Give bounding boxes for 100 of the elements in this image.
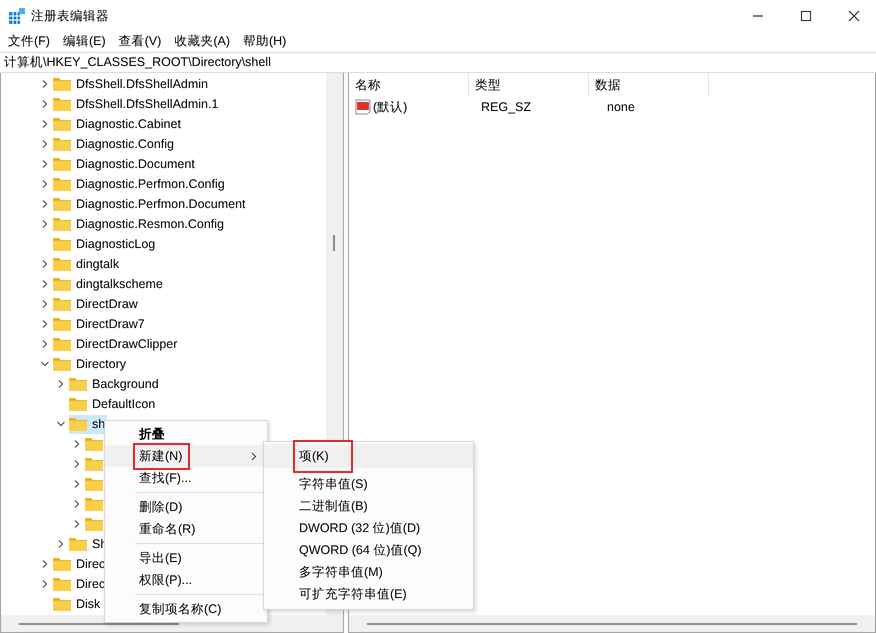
folder-icon	[53, 277, 71, 291]
chevron-right-icon[interactable]	[41, 320, 49, 328]
chevron-right-icon[interactable]	[41, 260, 49, 268]
menu-item-row[interactable]: 查找(F)...	[105, 467, 267, 489]
tree-item[interactable]: Background	[92, 377, 159, 391]
menu-item-row[interactable]: DWORD (32 位)值(D)	[264, 517, 473, 539]
chevron-right-icon[interactable]	[73, 460, 81, 468]
chevron-right-icon[interactable]	[41, 100, 49, 108]
column-header[interactable]: 数据	[589, 73, 709, 97]
menu-item-row[interactable]: QWORD (64 位)值(Q)	[264, 539, 473, 561]
folder-icon	[53, 117, 71, 131]
tree-item[interactable]: DefaultIcon	[92, 397, 156, 411]
chevron-down-icon[interactable]	[41, 360, 49, 368]
menu-item-row[interactable]: 权限(P)...	[105, 569, 267, 591]
chevron-right-icon[interactable]	[41, 280, 49, 288]
folder-icon	[69, 377, 87, 391]
chevron-right-icon[interactable]	[73, 480, 81, 488]
chevron-right-icon[interactable]	[41, 180, 49, 188]
tree-item[interactable]: Direc	[76, 557, 106, 571]
menu-item[interactable]: 重命名(R)	[135, 520, 200, 538]
folder-icon	[53, 557, 71, 571]
tree-item[interactable]: DirectDrawClipper	[76, 337, 178, 351]
chevron-right-icon[interactable]	[41, 560, 49, 568]
menu-item-row[interactable]: 二进制值(B)	[264, 495, 473, 517]
chevron-right-icon[interactable]	[73, 440, 81, 448]
folder-icon	[85, 437, 103, 451]
chevron-right-icon[interactable]	[41, 160, 49, 168]
menu-item[interactable]: 字符串值(S)	[295, 474, 372, 494]
tree-item[interactable]: dingtalkscheme	[76, 277, 163, 291]
menu-item[interactable]: DWORD (32 位)值(D)	[295, 518, 424, 538]
column-header[interactable]: 名称	[349, 73, 469, 97]
tree-item[interactable]: Diagnostic.Config	[76, 137, 174, 151]
address-bar[interactable]: 计算机\HKEY_CLASSES_ROOT\Directory\shell	[0, 52, 876, 73]
folder-icon	[53, 97, 71, 111]
folder-icon	[53, 297, 71, 311]
close-icon[interactable]	[848, 10, 860, 22]
folder-icon	[85, 497, 103, 511]
chevron-right-icon[interactable]	[73, 520, 81, 528]
folder-icon	[53, 217, 71, 231]
menu-item[interactable]: 权限(P)...	[135, 570, 196, 590]
menu-item[interactable]: 二进制值(B)	[295, 496, 372, 516]
tree-item[interactable]: Diagnostic.Perfmon.Config	[76, 177, 225, 191]
chevron-right-icon[interactable]	[41, 200, 49, 208]
chevron-down-icon[interactable]	[57, 420, 65, 428]
menu-item[interactable]: 删除(D)	[135, 498, 186, 516]
tree-item[interactable]: DfsShell.DfsShellAdmin	[76, 77, 208, 91]
maximize-icon[interactable]	[800, 10, 812, 22]
chevron-right-icon[interactable]	[41, 80, 49, 88]
folder-icon	[53, 157, 71, 171]
menu-item[interactable]: 新建(N)	[135, 444, 188, 468]
tree-item[interactable]: Directory	[76, 357, 126, 371]
menu-item[interactable]: 折叠	[135, 424, 169, 444]
chevron-right-icon[interactable]	[41, 580, 49, 588]
menu-item[interactable]: 可扩充字符串值(E)	[295, 584, 411, 604]
menu-item[interactable]: 编辑(E)	[62, 32, 106, 50]
menu-item[interactable]: 复制项名称(C)	[135, 600, 226, 618]
chevron-right-icon[interactable]	[41, 300, 49, 308]
folder-icon	[85, 477, 103, 491]
chevron-right-icon[interactable]	[41, 340, 49, 348]
tree-item[interactable]: DirectDraw7	[76, 317, 145, 331]
menu-item-row[interactable]: 导出(E)	[105, 547, 267, 569]
tree-item[interactable]: dingtalk	[76, 257, 120, 271]
menu-item-row[interactable]: 多字符串值(M)	[264, 561, 473, 583]
folder-icon	[53, 337, 71, 351]
menu-item[interactable]: 帮助(H)	[242, 32, 286, 50]
menu-item-row[interactable]: 删除(D)	[105, 496, 267, 518]
menu-item[interactable]: 多字符串值(M)	[295, 562, 387, 582]
menu-item[interactable]: 收藏夹(A)	[174, 32, 230, 50]
column-header[interactable]: 类型	[469, 73, 589, 97]
scrollbar[interactable]	[349, 615, 875, 632]
menu-item[interactable]: 项(K)	[295, 442, 351, 470]
menu-item-row[interactable]: 字符串值(S)	[264, 473, 473, 495]
menu-item-row[interactable]: 复制项名称(C)	[105, 598, 267, 620]
tree-item[interactable]: Disk	[76, 597, 100, 611]
menu-item[interactable]: QWORD (64 位)值(Q)	[295, 540, 426, 560]
tree-item[interactable]: Direc	[76, 577, 106, 591]
menu-item[interactable]: 文件(F)	[8, 32, 50, 50]
tree-item[interactable]: Diagnostic.Perfmon.Document	[76, 197, 246, 211]
menu-item[interactable]: 查找(F)...	[135, 468, 196, 488]
chevron-right-icon[interactable]	[57, 540, 65, 548]
menu-item-row[interactable]: 折叠	[105, 423, 267, 445]
tree-item[interactable]: Diagnostic.Cabinet	[76, 117, 181, 131]
folder-icon	[53, 357, 71, 371]
scrollbar-thumb[interactable]	[333, 235, 335, 251]
chevron-right-icon[interactable]	[41, 220, 49, 228]
menu-item-row[interactable]: 重命名(R)	[105, 518, 267, 540]
folder-icon	[69, 397, 87, 411]
chevron-right-icon[interactable]	[41, 120, 49, 128]
menu-item[interactable]: 查看(V)	[118, 32, 162, 50]
tree-item[interactable]: DfsShell.DfsShellAdmin.1	[76, 97, 218, 111]
menu-item[interactable]: 导出(E)	[135, 548, 186, 568]
tree-item[interactable]: Diagnostic.Document	[76, 157, 195, 171]
tree-item[interactable]: DiagnosticLog	[76, 237, 156, 251]
chevron-right-icon[interactable]	[41, 140, 49, 148]
chevron-right-icon[interactable]	[73, 500, 81, 508]
folder-icon	[85, 457, 103, 471]
chevron-right-icon[interactable]	[57, 380, 65, 388]
menu-item-row[interactable]: 可扩充字符串值(E)	[264, 583, 473, 605]
tree-item[interactable]: DirectDraw	[76, 297, 138, 311]
tree-item[interactable]: Diagnostic.Resmon.Config	[76, 217, 224, 231]
